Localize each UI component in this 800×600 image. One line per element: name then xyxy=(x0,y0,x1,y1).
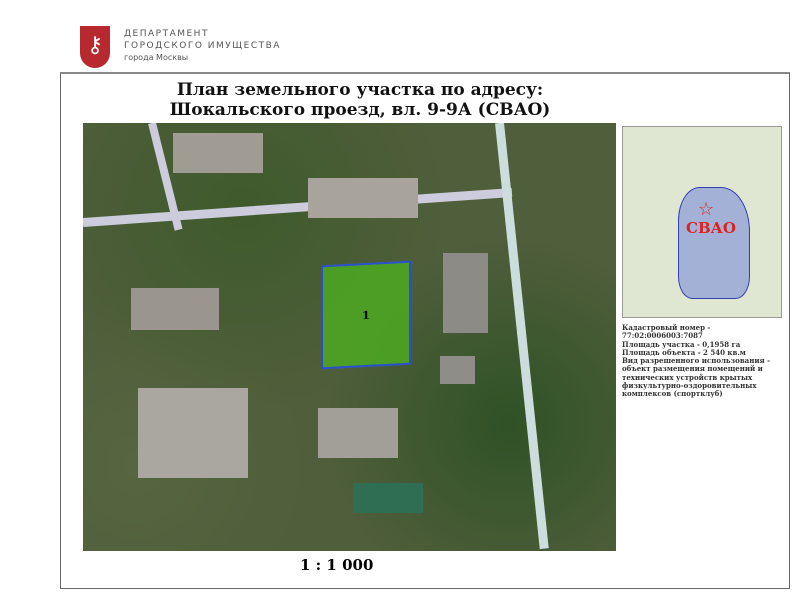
title-line: Шокальского проезд, вл. 9-9А (СВАО) xyxy=(169,100,551,120)
organization-name: ДЕПАРТАМЕНТ ГОРОДСКОГО ИМУЩЕСТВА города … xyxy=(124,28,281,64)
org-line: ДЕПАРТАМЕНТ xyxy=(124,29,209,39)
satellite-map: 1 xyxy=(83,123,616,551)
star-icon: ☆ xyxy=(698,199,715,220)
district-inset-map: ☆ СВАО xyxy=(622,126,782,318)
plot-number: 1 xyxy=(362,308,370,322)
land-plot: 1 xyxy=(321,260,411,370)
title-line: План земельного участка по адресу: xyxy=(176,80,544,100)
info-line: Кадастровый номер - 77:02:0006003:7087 xyxy=(622,323,711,341)
page-title: План земельного участка по адресу: Шокал… xyxy=(60,80,660,120)
org-line: ГОРОДСКОГО ИМУЩЕСТВА xyxy=(124,41,281,51)
keys-emblem-icon: ⚷ xyxy=(80,26,110,68)
org-line: города Москвы xyxy=(124,53,189,62)
map-scale: 1 : 1 000 xyxy=(300,556,374,574)
plot-info: Кадастровый номер - 77:02:0006003:7087 П… xyxy=(622,323,782,399)
info-line: Вид разрешенного использования - объект … xyxy=(622,356,771,399)
district-label: СВАО xyxy=(686,219,736,237)
